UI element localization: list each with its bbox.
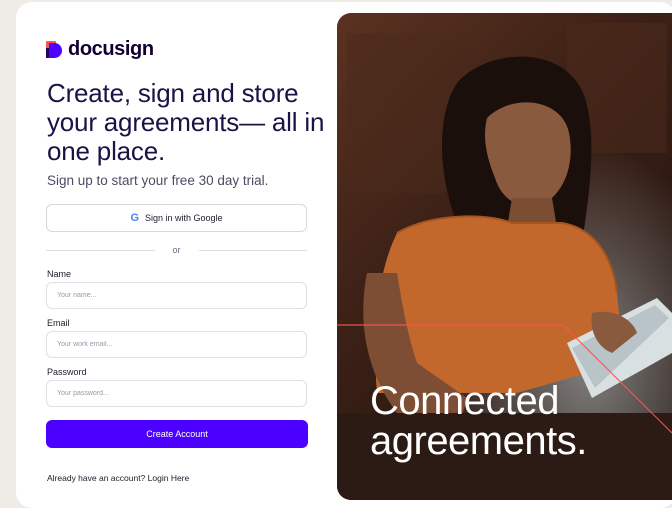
create-account-button[interactable]: Create Account xyxy=(46,420,308,448)
divider-line-left xyxy=(46,249,155,251)
email-label: Email xyxy=(47,318,70,328)
divider-line-right xyxy=(198,249,308,251)
divider-or-text: or xyxy=(172,245,181,255)
login-prompt: Already have an account? Login Here xyxy=(47,473,189,483)
hero-tagline: Connected agreements. xyxy=(370,381,670,461)
trial-subtitle: Sign up to start your free 30 day trial. xyxy=(47,173,269,188)
hero-image: Connected agreements. xyxy=(337,13,672,500)
password-field[interactable] xyxy=(46,380,307,407)
google-signin-label: Sign in with Google xyxy=(145,213,223,223)
page-title: Create, sign and store your agreements— … xyxy=(47,78,325,166)
name-label: Name xyxy=(47,269,72,279)
email-field[interactable] xyxy=(46,331,307,358)
name-field[interactable] xyxy=(46,282,307,309)
hero-tagline-line2: agreements. xyxy=(370,419,587,463)
login-link[interactable]: Login Here xyxy=(148,473,190,483)
google-icon: G xyxy=(130,212,139,224)
docusign-logo-icon xyxy=(46,40,62,58)
logo-wordmark: docusign xyxy=(68,37,154,60)
or-divider: or xyxy=(46,244,308,256)
docusign-logo: docusign xyxy=(46,38,154,60)
password-label: Password xyxy=(47,367,87,377)
login-prompt-text: Already have an account? xyxy=(47,473,148,483)
google-signin-button[interactable]: G Sign in with Google xyxy=(46,204,307,232)
hero-tagline-line1: Connected xyxy=(370,379,559,423)
